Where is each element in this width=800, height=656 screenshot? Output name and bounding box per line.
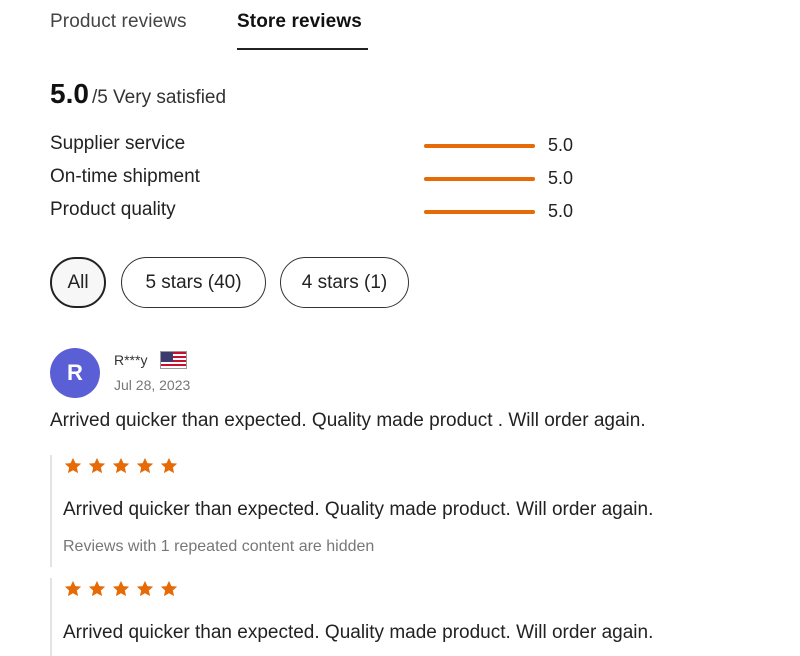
star-icon bbox=[112, 580, 130, 597]
star-icon bbox=[88, 457, 106, 474]
rating-metrics: Supplier service 5.0 On-time shipment 5.… bbox=[50, 133, 610, 232]
star-icon bbox=[136, 580, 154, 597]
metric-row-product-quality: Product quality 5.0 bbox=[50, 199, 610, 232]
metric-bar-fill bbox=[424, 177, 535, 181]
metric-value: 5.0 bbox=[548, 201, 574, 221]
metric-row-on-time-shipment: On-time shipment 5.0 bbox=[50, 166, 610, 199]
star-icon bbox=[160, 580, 178, 597]
star-icon bbox=[64, 457, 82, 474]
star-icon bbox=[160, 457, 178, 474]
metric-bar bbox=[424, 210, 535, 214]
rating-summary: 5.0/5 Very satisfied bbox=[50, 78, 226, 110]
metric-bar bbox=[424, 144, 535, 148]
star-icon bbox=[112, 457, 130, 474]
overall-score-label: /5 Very satisfied bbox=[91, 87, 227, 108]
hidden-reviews-note: Reviews with 1 repeated content are hidd… bbox=[63, 538, 375, 555]
metric-label: On-time shipment bbox=[50, 166, 200, 187]
tab-product-reviews[interactable]: Product reviews bbox=[50, 11, 187, 33]
overall-score: 5.0 bbox=[50, 78, 89, 109]
sub-review: Arrived quicker than expected. Quality m… bbox=[50, 455, 770, 567]
review-text: Arrived quicker than expected. Quality m… bbox=[50, 410, 646, 431]
filter-all-chip[interactable]: All bbox=[50, 257, 106, 308]
metric-bar-fill bbox=[424, 144, 535, 148]
sub-review: Arrived quicker than expected. Quality m… bbox=[50, 578, 770, 656]
tab-store-reviews[interactable]: Store reviews bbox=[237, 11, 362, 33]
metric-row-supplier-service: Supplier service 5.0 bbox=[50, 133, 610, 166]
star-rating bbox=[63, 455, 770, 477]
review-date: Jul 28, 2023 bbox=[114, 377, 191, 393]
filter-4-stars-chip[interactable]: 4 stars (1) bbox=[280, 257, 409, 308]
reviewer-name: R***y bbox=[114, 352, 148, 368]
sub-review-text: Arrived quicker than expected. Quality m… bbox=[63, 622, 654, 643]
filter-5-stars-chip[interactable]: 5 stars (40) bbox=[121, 257, 266, 308]
avatar: R bbox=[50, 348, 100, 398]
us-flag-icon bbox=[160, 351, 187, 369]
metric-bar-fill bbox=[424, 210, 535, 214]
star-icon bbox=[88, 580, 106, 597]
active-tab-indicator bbox=[237, 48, 368, 50]
metric-label: Supplier service bbox=[50, 133, 186, 154]
metric-label: Product quality bbox=[50, 199, 176, 220]
star-icon bbox=[64, 580, 82, 597]
review-tabs: Product reviews Store reviews bbox=[50, 0, 450, 52]
star-icon bbox=[136, 457, 154, 474]
metric-value: 5.0 bbox=[548, 168, 574, 188]
star-rating bbox=[63, 578, 770, 600]
metric-value: 5.0 bbox=[548, 135, 574, 155]
metric-bar bbox=[424, 177, 535, 181]
sub-review-text: Arrived quicker than expected. Quality m… bbox=[63, 499, 654, 520]
